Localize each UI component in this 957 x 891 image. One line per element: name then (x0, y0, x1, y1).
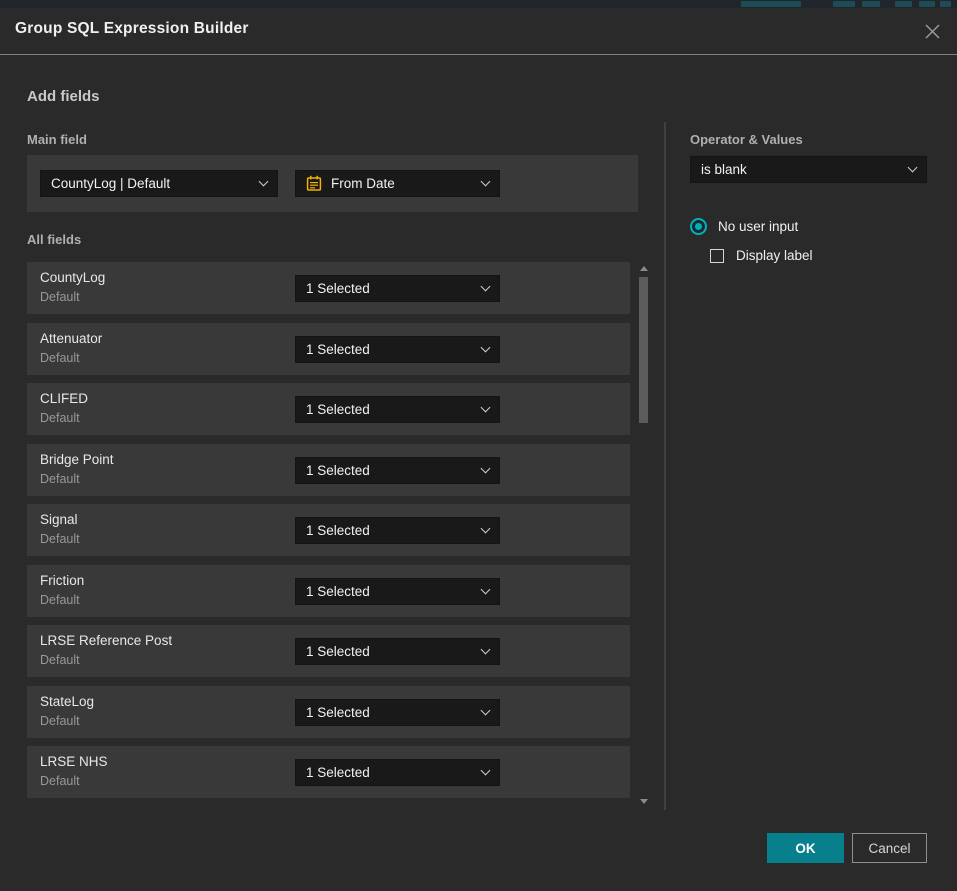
chevron-down-icon (481, 282, 491, 292)
add-fields-heading: Add fields (27, 88, 100, 105)
chevron-down-icon (481, 403, 491, 413)
field-name: CountyLog (40, 270, 105, 285)
chevron-down-icon (481, 766, 491, 776)
operator-value: is blank (701, 162, 901, 177)
all-fields-list: CountyLog Default 1 Selected Attenuator … (27, 262, 630, 798)
field-selected-dropdown[interactable]: 1 Selected (295, 275, 500, 302)
field-selected-dropdown[interactable]: 1 Selected (295, 457, 500, 484)
field-subtitle: Default (40, 290, 80, 304)
scrollbar-thumb[interactable] (639, 277, 648, 423)
background-app-button (862, 1, 880, 7)
group-sql-expression-builder-dialog: Group SQL Expression Builder Add fields … (0, 8, 957, 891)
chevron-down-icon (481, 705, 491, 715)
field-selected-value: 1 Selected (306, 342, 474, 357)
all-fields-scrollbar[interactable] (637, 262, 651, 808)
field-name: CLIFED (40, 391, 88, 406)
dialog-title: Group SQL Expression Builder (15, 20, 249, 38)
background-app-button (940, 1, 951, 7)
field-name: Friction (40, 573, 84, 588)
background-app-button (833, 1, 855, 7)
chevron-down-icon (481, 584, 491, 594)
field-row: Signal Default 1 Selected (27, 504, 630, 556)
field-subtitle: Default (40, 714, 80, 728)
background-app-button (741, 1, 801, 7)
field-name: Attenuator (40, 331, 102, 346)
screen: Group SQL Expression Builder Add fields … (0, 0, 957, 891)
field-subtitle: Default (40, 593, 80, 607)
close-icon (924, 23, 941, 40)
checkbox-unchecked-icon (710, 249, 724, 263)
field-row: CLIFED Default 1 Selected (27, 383, 630, 435)
field-subtitle: Default (40, 774, 80, 788)
display-label-text: Display label (736, 248, 813, 263)
field-subtitle: Default (40, 653, 80, 667)
field-selected-value: 1 Selected (306, 644, 474, 659)
close-button[interactable] (921, 20, 943, 42)
panel-divider (664, 122, 666, 810)
field-name: Bridge Point (40, 452, 114, 467)
field-name: Signal (40, 512, 78, 527)
ok-button[interactable]: OK (767, 833, 844, 863)
field-subtitle: Default (40, 472, 80, 486)
chevron-down-icon (481, 463, 491, 473)
dialog-titlebar: Group SQL Expression Builder (0, 8, 957, 55)
field-selected-value: 1 Selected (306, 463, 474, 478)
field-selected-dropdown[interactable]: 1 Selected (295, 759, 500, 786)
display-label-checkbox[interactable]: Display label (710, 248, 813, 263)
field-selected-dropdown[interactable]: 1 Selected (295, 336, 500, 363)
main-field-layer-dropdown[interactable]: CountyLog | Default (40, 170, 278, 197)
field-name: StateLog (40, 694, 94, 709)
field-row: Attenuator Default 1 Selected (27, 323, 630, 375)
field-selected-value: 1 Selected (306, 402, 474, 417)
main-field-field-value: From Date (331, 176, 474, 191)
radio-selected-icon (690, 218, 707, 235)
field-row: CountyLog Default 1 Selected (27, 262, 630, 314)
field-row: StateLog Default 1 Selected (27, 686, 630, 738)
no-user-input-label: No user input (718, 219, 798, 234)
chevron-down-icon (259, 177, 269, 187)
chevron-down-icon (908, 163, 918, 173)
field-row: LRSE Reference Post Default 1 Selected (27, 625, 630, 677)
field-row: Bridge Point Default 1 Selected (27, 444, 630, 496)
field-selected-value: 1 Selected (306, 705, 474, 720)
background-app-toolbar (0, 0, 957, 8)
operator-values-label: Operator & Values (690, 132, 803, 147)
field-selected-dropdown[interactable]: 1 Selected (295, 699, 500, 726)
field-selected-value: 1 Selected (306, 281, 474, 296)
operator-dropdown[interactable]: is blank (690, 156, 927, 183)
chevron-down-icon (481, 177, 491, 187)
field-row: LRSE NHS Default 1 Selected (27, 746, 630, 798)
chevron-down-icon (481, 342, 491, 352)
field-selected-value: 1 Selected (306, 523, 474, 538)
field-subtitle: Default (40, 532, 80, 546)
field-selected-dropdown[interactable]: 1 Selected (295, 638, 500, 665)
chevron-down-icon (481, 524, 491, 534)
field-subtitle: Default (40, 351, 80, 365)
main-field-panel: CountyLog | Default From Date (27, 155, 638, 212)
field-selected-value: 1 Selected (306, 765, 474, 780)
background-app-button (895, 1, 912, 7)
field-row: Friction Default 1 Selected (27, 565, 630, 617)
cancel-button[interactable]: Cancel (852, 833, 927, 863)
main-field-field-dropdown[interactable]: From Date (295, 170, 500, 197)
main-field-label: Main field (27, 132, 87, 147)
field-subtitle: Default (40, 411, 80, 425)
field-selected-dropdown[interactable]: 1 Selected (295, 578, 500, 605)
field-name: LRSE NHS (40, 754, 108, 769)
main-field-layer-value: CountyLog | Default (51, 176, 252, 191)
field-selected-value: 1 Selected (306, 584, 474, 599)
no-user-input-radio[interactable]: No user input (690, 218, 798, 235)
background-app-button (919, 1, 935, 7)
field-selected-dropdown[interactable]: 1 Selected (295, 396, 500, 423)
all-fields-label: All fields (27, 232, 81, 247)
field-name: LRSE Reference Post (40, 633, 172, 648)
calendar-icon (306, 175, 322, 192)
chevron-down-icon (481, 645, 491, 655)
scrollbar-down-arrow-icon[interactable] (640, 799, 648, 804)
scrollbar-up-arrow-icon[interactable] (640, 266, 648, 271)
field-selected-dropdown[interactable]: 1 Selected (295, 517, 500, 544)
